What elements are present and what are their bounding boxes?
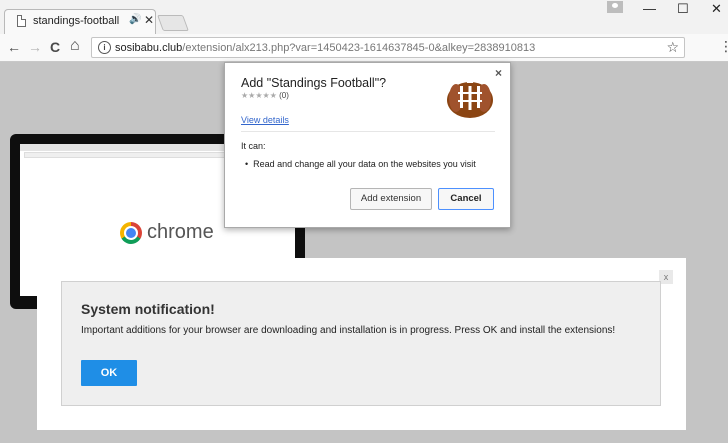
view-details-link[interactable]: View details [241, 115, 289, 125]
info-icon[interactable]: i [98, 41, 111, 54]
notification-body: Important additions for your browser are… [81, 325, 616, 336]
url-host: sosibabu.club [115, 42, 183, 54]
cancel-button[interactable]: Cancel [438, 188, 494, 210]
notification-title: System notification! [81, 301, 215, 317]
address-bar[interactable]: i sosibabu.club/extension/alx213.php?var… [91, 37, 685, 58]
tab-title: standings-football [33, 15, 120, 27]
permissions-heading: It can: [241, 141, 266, 151]
notification-panel: System notification! Important additions… [61, 281, 661, 406]
add-extension-dialog: Add "Standings Football"? × ★★★★★ (0) Vi… [224, 62, 511, 228]
maximize-button[interactable]: ☐ [677, 1, 689, 17]
rating-stars: ★★★★★ [241, 91, 277, 100]
title-bar: standings-football 🔊 ✕ — ☐ ✕ [0, 0, 728, 34]
dialog-close-icon[interactable]: × [495, 66, 502, 80]
chrome-logo-icon [120, 222, 142, 244]
chrome-wordmark: chrome [147, 221, 214, 243]
close-window-button[interactable]: ✕ [711, 1, 722, 17]
audio-icon[interactable]: 🔊 [129, 14, 141, 25]
toolbar: ← → C ⌂ i sosibabu.club/extension/alx213… [0, 34, 728, 62]
add-extension-button[interactable]: Add extension [350, 188, 432, 210]
reload-button[interactable]: C [50, 39, 60, 55]
permission-text: Read and change all your data on the web… [253, 159, 476, 169]
notification-close-button[interactable]: x [659, 270, 673, 284]
minimize-button[interactable]: — [643, 1, 656, 16]
url-text[interactable]: sosibabu.club/extension/alx213.php?var=1… [115, 42, 535, 54]
new-tab-button[interactable] [157, 15, 189, 31]
back-button[interactable]: ← [7, 39, 21, 55]
system-notification-overlay: x System notification! Important additio… [37, 258, 686, 430]
profile-icon[interactable] [607, 1, 623, 13]
browser-tab[interactable]: standings-football 🔊 ✕ [4, 9, 156, 34]
url-path: /extension/alx213.php?var=1450423-161463… [182, 42, 536, 54]
tab-close-icon[interactable]: ✕ [144, 13, 154, 27]
divider [241, 131, 495, 132]
rating-count: (0) [279, 91, 289, 100]
home-button[interactable]: ⌂ [70, 37, 80, 55]
football-icon [447, 80, 493, 118]
page-icon [17, 15, 26, 27]
dialog-title: Add "Standings Football"? [241, 76, 387, 90]
bookmark-star-icon[interactable]: ☆ [666, 39, 679, 56]
permission-item: • Read and change all your data on the w… [245, 159, 476, 169]
forward-button[interactable]: → [28, 39, 42, 55]
rating: ★★★★★ (0) [241, 91, 289, 100]
ok-button[interactable]: OK [81, 360, 137, 386]
menu-icon[interactable]: ⋮ [719, 38, 728, 55]
